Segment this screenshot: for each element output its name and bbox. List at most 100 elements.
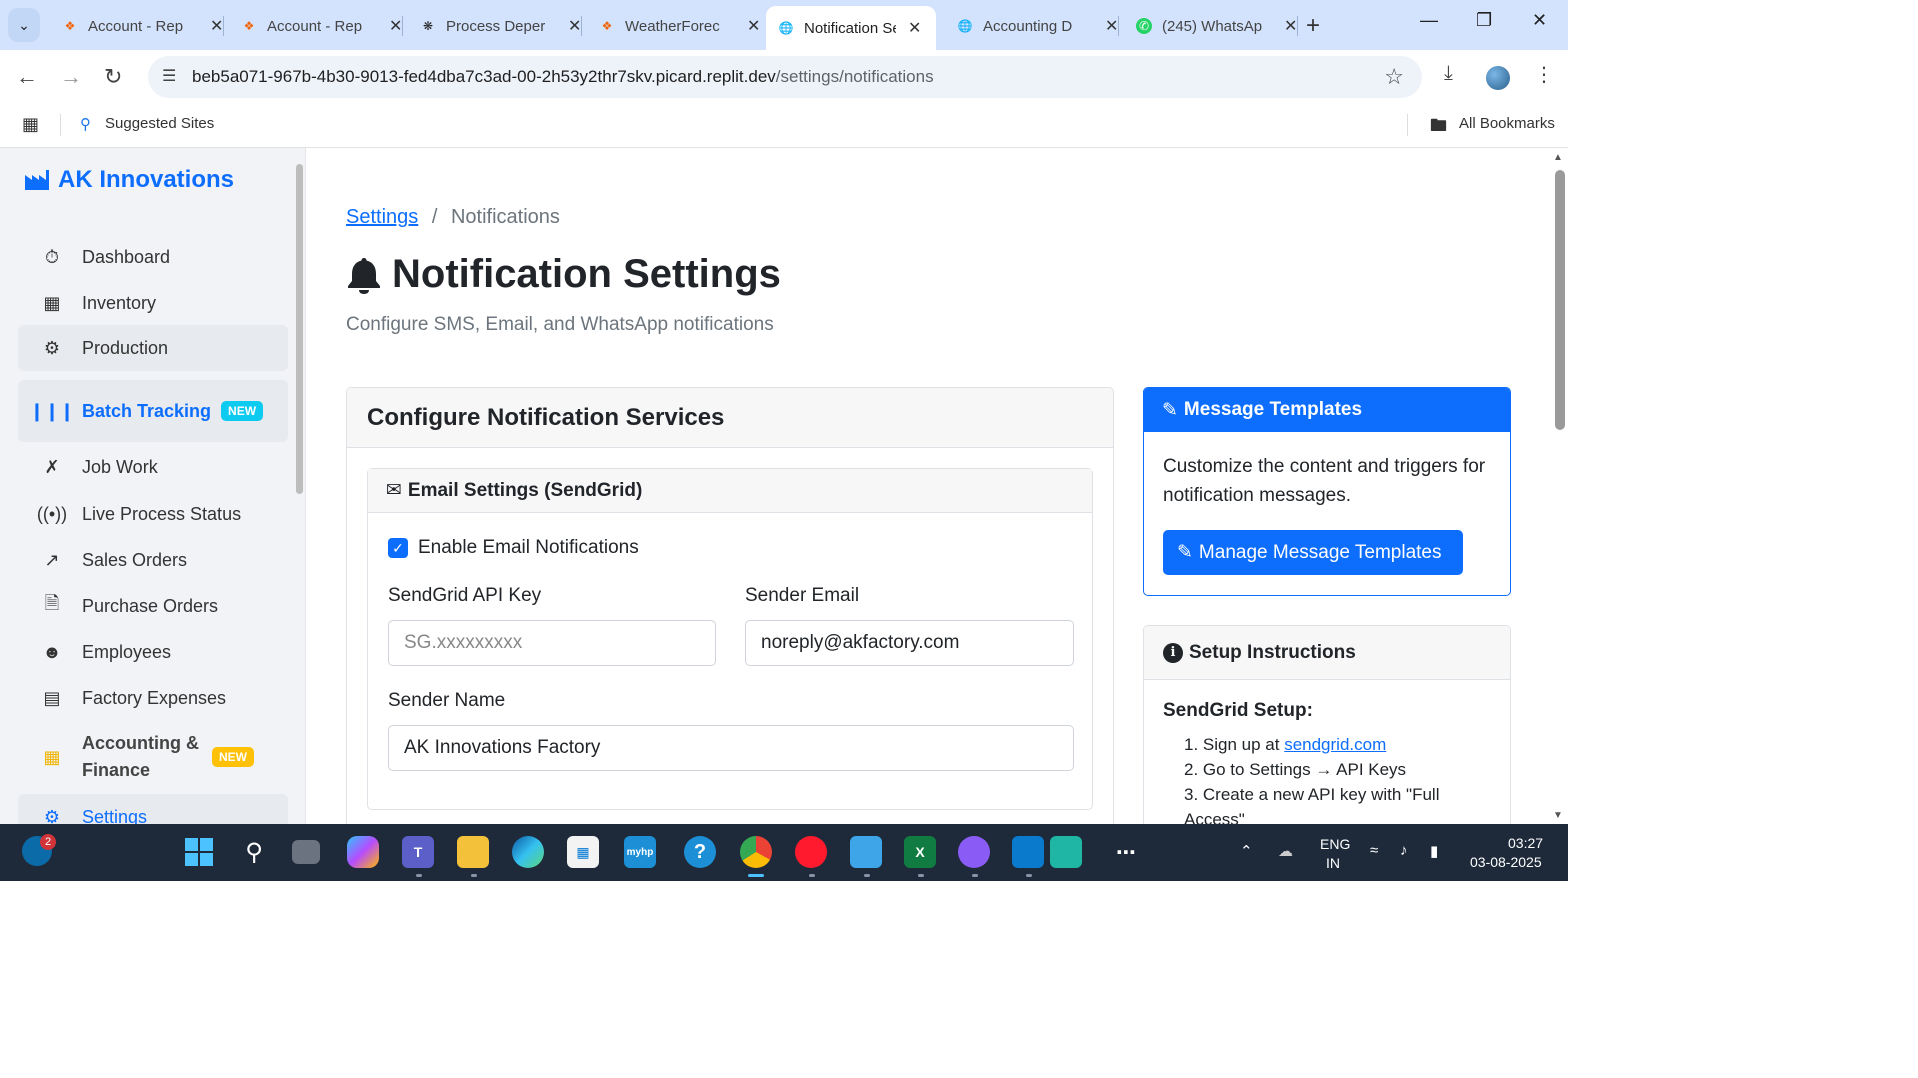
main-scrollbar[interactable] <box>1555 170 1565 430</box>
brand-name: AK Innovations <box>58 166 235 193</box>
excel-icon[interactable]: X <box>904 836 936 868</box>
sidebar-item-inventory[interactable]: ▦ Inventory <box>18 289 288 317</box>
globe-icon: 🌐 <box>957 19 973 33</box>
sidebar-item-employees[interactable]: ☻ Employees <box>18 638 288 666</box>
apps-grid-icon[interactable]: ▦ <box>22 114 39 135</box>
notepad-icon[interactable] <box>850 836 882 868</box>
sidebar-item-dashboard[interactable]: ⏱ Dashboard <box>18 243 288 271</box>
chart-line-icon: ↗ <box>44 549 60 570</box>
close-icon[interactable]: ✕ <box>747 16 760 36</box>
info-icon: i <box>1163 642 1183 663</box>
sender-email-input[interactable]: noreply@akfactory.com <box>745 620 1074 666</box>
breadcrumb-settings-link[interactable]: Settings <box>346 206 418 228</box>
breadcrumb-current: Notifications <box>450 206 560 228</box>
wifi-icon[interactable]: ≈ <box>1370 842 1378 859</box>
clock-time[interactable]: 03:27 <box>1508 835 1543 851</box>
all-bookmarks-link[interactable]: All Bookmarks <box>1459 115 1555 132</box>
menu-dots-icon[interactable]: ⋮ <box>1534 62 1554 87</box>
download-icon[interactable]: ⤓ <box>1444 62 1453 85</box>
sender-name-input[interactable]: AK Innovations Factory <box>388 725 1074 771</box>
sendgrid-link[interactable]: sendgrid.com <box>1284 735 1386 754</box>
tab-separator <box>1297 16 1298 36</box>
close-icon[interactable]: ✕ <box>908 18 921 38</box>
close-icon[interactable]: ✕ <box>389 16 402 36</box>
setup-step: 1. Sign up at sendgrid.com <box>1184 735 1387 754</box>
edge-icon[interactable] <box>512 836 544 868</box>
vscode-icon[interactable] <box>1012 836 1044 868</box>
chevron-down-icon: ⌄ <box>18 16 30 33</box>
templates-description: Customize the content and triggers for n… <box>1163 456 1486 506</box>
running-indicator <box>416 874 422 877</box>
edit-icon: ✎ <box>1162 399 1178 421</box>
minimize-icon[interactable]: — <box>1420 10 1438 31</box>
sidebar-scrollbar[interactable] <box>296 164 303 494</box>
opera-icon[interactable] <box>795 836 827 868</box>
chrome-icon[interactable] <box>740 836 772 868</box>
scroll-down-icon[interactable]: ▼ <box>1553 810 1563 821</box>
app-icon[interactable] <box>1050 836 1082 868</box>
tab-3[interactable]: ❋ Process Deper ✕ <box>408 6 593 46</box>
bookmarks-bar: ▦ ⚲ Suggested Sites 🖿 All Bookmarks <box>0 104 1568 148</box>
close-icon[interactable]: ✕ <box>210 16 223 36</box>
close-icon[interactable]: ✕ <box>1105 16 1118 36</box>
store-icon[interactable]: ▦ <box>567 836 599 868</box>
file-explorer-icon[interactable] <box>457 836 489 868</box>
more-apps-icon[interactable]: ⋯ <box>1110 836 1142 868</box>
sidebar-item-batch-tracking[interactable]: ❙❙❙ Batch Tracking NEW <box>18 380 288 442</box>
myhp-icon[interactable]: myhp <box>624 836 656 868</box>
tab-5-active[interactable]: 🌐 Notification Se ✕ <box>766 6 936 50</box>
battery-icon[interactable]: ▮ <box>1430 842 1438 860</box>
windows-start-icon[interactable] <box>183 836 215 868</box>
tab-2[interactable]: ❖ Account - Rep ✕ <box>229 6 414 46</box>
tab-separator <box>1118 16 1119 36</box>
language-indicator[interactable]: ENG <box>1320 836 1350 852</box>
clock-date[interactable]: 03-08-2025 <box>1470 854 1542 870</box>
message-templates-header: ✎ Message Templates <box>1144 388 1510 432</box>
tab-6[interactable]: 🌐 Accounting D ✕ <box>945 6 1130 46</box>
tab-4[interactable]: ❖ WeatherForec ✕ <box>587 6 772 46</box>
sidebar-item-live-process-status[interactable]: ((•)) Live Process Status <box>18 500 288 528</box>
task-view-icon[interactable] <box>292 840 320 864</box>
tab-7[interactable]: ✆ (245) WhatsAp ✕ <box>1124 6 1309 46</box>
sidebar-item-accounting-finance[interactable]: ▦ Accounting & Finance NEW <box>18 728 288 786</box>
dashboard-icon: ⏱ <box>44 246 60 267</box>
close-icon[interactable]: ✕ <box>568 16 581 36</box>
enable-email-checkbox[interactable]: ✓ <box>388 538 408 558</box>
forward-icon[interactable]: → <box>60 64 82 90</box>
sidebar-item-sales-orders[interactable]: ↗ Sales Orders <box>18 546 288 574</box>
tab-1[interactable]: ❖ Account - Rep ✕ <box>50 6 235 46</box>
api-key-input[interactable]: SG.xxxxxxxxx <box>388 620 716 666</box>
url-bar[interactable]: ☰ beb5a071-967b-4b30-9013-fed4dba7c3ad-0… <box>148 56 1422 98</box>
search-icon: ⚲ <box>80 116 91 133</box>
sidebar-item-job-work[interactable]: ✗ Job Work <box>18 453 288 481</box>
teams-icon[interactable]: T <box>402 836 434 868</box>
tab-search-button[interactable]: ⌄ <box>8 8 40 42</box>
scroll-up-icon[interactable]: ▲ <box>1553 152 1563 163</box>
tray-chevron-icon[interactable]: ⌃ <box>1240 842 1253 860</box>
help-icon[interactable]: ? <box>684 836 716 868</box>
barcode-icon: ❙❙❙ <box>29 400 75 421</box>
bookmark-star-icon[interactable]: ☆ <box>1384 64 1404 90</box>
new-tab-button[interactable]: + <box>1306 12 1320 40</box>
restore-icon[interactable]: ❐ <box>1476 10 1492 31</box>
brand[interactable]: AK Innovations <box>24 166 234 194</box>
manage-templates-button[interactable]: ✎ Manage Message Templates <box>1163 530 1463 575</box>
github-desktop-icon[interactable] <box>958 836 990 868</box>
close-icon[interactable]: ✕ <box>1284 16 1297 36</box>
sidebar-item-factory-expenses[interactable]: ▤ Factory Expenses <box>18 684 288 712</box>
copilot-icon[interactable] <box>347 836 379 868</box>
sidebar-item-settings[interactable]: ⚙ Settings <box>18 794 288 824</box>
site-settings-icon[interactable]: ☰ <box>162 66 176 86</box>
setup-step: 2. Go to Settings → API Keys <box>1184 760 1407 779</box>
sender-email-label: Sender Email <box>745 585 860 606</box>
window-close-icon[interactable]: ✕ <box>1532 10 1547 31</box>
suggested-sites-link[interactable]: Suggested Sites <box>105 115 214 132</box>
onedrive-icon[interactable]: ☁ <box>1278 842 1293 860</box>
sidebar-item-purchase-orders[interactable]: 🗎 Purchase Orders <box>18 592 288 620</box>
reload-icon[interactable]: ↻ <box>104 64 122 90</box>
back-icon[interactable]: ← <box>16 64 38 90</box>
profile-avatar[interactable] <box>1486 66 1510 90</box>
sidebar-item-production[interactable]: ⚙ Production <box>18 325 288 371</box>
volume-icon[interactable]: ♪ <box>1400 842 1408 859</box>
search-icon[interactable]: ⚲ <box>238 836 270 868</box>
